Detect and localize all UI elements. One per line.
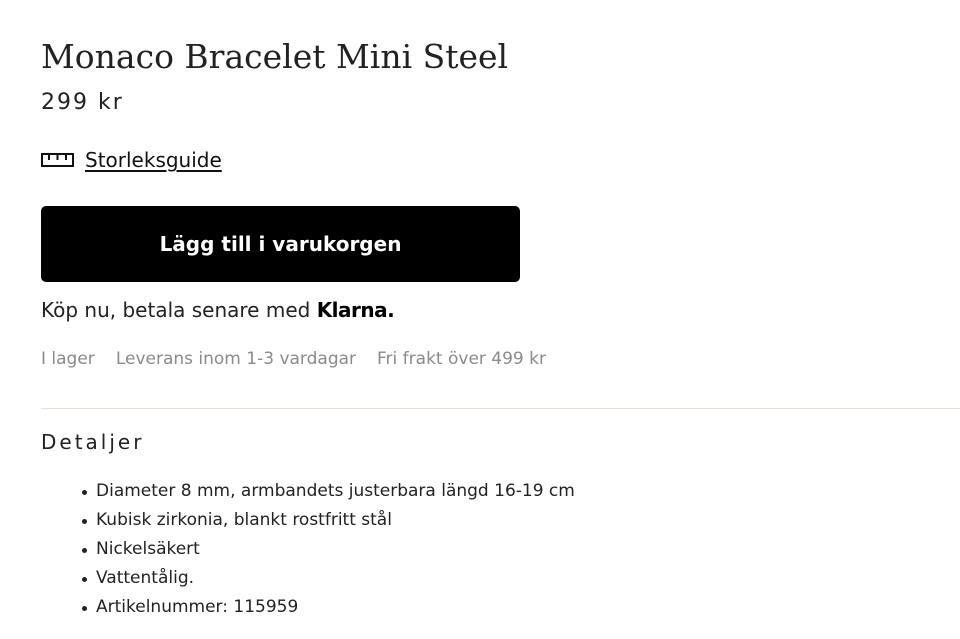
availability-info: I lager Leverans inom 1-3 vardagar Fri f… (41, 346, 546, 372)
details-list-item: Kubisk zirkonia, blankt rostfritt stål (82, 506, 575, 535)
details-list-item: Nickelsäkert (82, 535, 575, 564)
delivery-time: Leverans inom 1-3 vardagar (115, 349, 357, 369)
klarna-payment-info: Köp nu, betala senare med Klarna. (41, 296, 395, 324)
product-price: 299 kr (41, 90, 124, 115)
klarna-logo: Klarna. (316, 298, 395, 322)
klarna-text: Köp nu, betala senare med (41, 298, 317, 322)
details-list-item: Diameter 8 mm, armbandets justerbara län… (82, 477, 575, 506)
size-guide-label[interactable]: Storleksguide (85, 146, 222, 174)
section-divider (41, 408, 960, 409)
ruler-icon (41, 153, 74, 167)
details-heading: Detaljer (41, 430, 145, 454)
add-to-cart-button[interactable]: Lägg till i varukorgen (41, 206, 520, 282)
details-list: Diameter 8 mm, armbandets justerbara län… (82, 477, 575, 622)
details-list-item: Vattentålig. (82, 564, 575, 593)
size-guide-link[interactable]: Storleksguide (41, 146, 222, 174)
details-list-item: Artikelnummer: 115959 (82, 593, 575, 622)
product-title: Monaco Bracelet Mini Steel (41, 37, 509, 76)
stock-status: I lager (41, 349, 95, 369)
free-shipping-info: Fri frakt över 499 kr (377, 349, 546, 369)
